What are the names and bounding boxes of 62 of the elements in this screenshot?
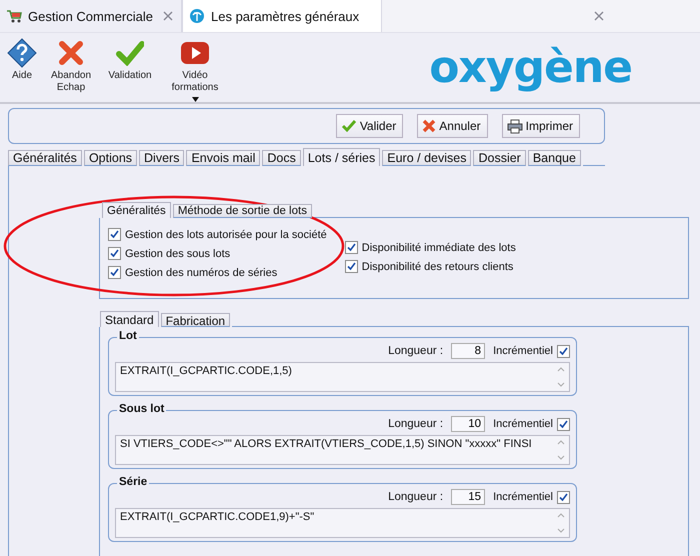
app-tab[interactable]: Gestion Commerciale: [0, 0, 182, 32]
logo: oxygène: [429, 42, 632, 93]
checkbox-option[interactable]: Disponibilité immédiate des lots: [344, 241, 516, 254]
checkbox[interactable]: [108, 247, 121, 260]
checkmark-icon: [116, 40, 144, 66]
tab[interactable]: Banque: [528, 150, 581, 166]
field-label: Longueur :: [388, 345, 444, 357]
length-field[interactable]: 8: [451, 343, 486, 359]
checkbox[interactable]: [344, 260, 358, 273]
checkbox[interactable]: [108, 228, 121, 241]
cross-icon: [422, 119, 436, 133]
checkbox-option[interactable]: Gestion des numéros de séries: [108, 266, 327, 279]
tab[interactable]: Lots / séries: [302, 148, 380, 166]
tab[interactable]: Dossier: [473, 150, 526, 166]
checkbox-option[interactable]: Gestion des sous lots: [108, 247, 327, 260]
tab[interactable]: Divers: [139, 150, 184, 166]
tab[interactable]: Envois mail: [186, 150, 260, 166]
cart-icon: [6, 9, 22, 23]
toolbar-button[interactable]: Abandon Echap: [40, 36, 102, 94]
action-button[interactable]: Imprimer: [502, 114, 580, 138]
action-button[interactable]: Valider: [336, 114, 404, 138]
close-icon[interactable]: [163, 11, 173, 21]
tab[interactable]: Généralités: [102, 202, 171, 218]
tab[interactable]: Méthode de sortie de lots: [172, 204, 312, 218]
length-field[interactable]: 15: [451, 489, 486, 505]
checkbox[interactable]: [557, 418, 570, 430]
checkbox[interactable]: [108, 266, 121, 279]
field-label: Longueur :: [388, 418, 444, 430]
tab[interactable]: Options: [84, 150, 138, 166]
formula-field[interactable]: EXTRAIT(I_GCPARTIC.CODE1,9)+"-S": [115, 508, 570, 538]
tab[interactable]: Fabrication: [160, 313, 230, 327]
checkbox-option[interactable]: Incrémentiel: [493, 344, 570, 358]
action-button[interactable]: Annuler: [417, 114, 488, 138]
checkbox-option[interactable]: Incrémentiel: [493, 490, 570, 504]
checkbox-option[interactable]: Gestion des lots autorisée pour la société: [108, 228, 327, 241]
checkmark-icon: [340, 119, 357, 133]
group-title: Lot: [117, 330, 139, 342]
tab[interactable]: Docs: [262, 150, 301, 166]
app-tab[interactable]: Les paramètres généraux: [182, 0, 382, 32]
checkbox[interactable]: [344, 241, 358, 254]
checkbox[interactable]: [557, 490, 570, 504]
tab[interactable]: Standard: [100, 311, 159, 327]
formula-field[interactable]: EXTRAIT(I_GCPARTIC.CODE,1,5): [115, 362, 570, 392]
checkbox-option[interactable]: Disponibilité des retours clients: [344, 260, 516, 273]
field-label: Longueur :: [388, 491, 444, 503]
group-title: Série: [117, 476, 150, 488]
tab[interactable]: Euro / devises: [382, 150, 472, 166]
cancel-icon: [58, 40, 84, 66]
play-icon: [180, 41, 210, 65]
caret-icon[interactable]: [192, 97, 198, 102]
checkbox[interactable]: [557, 344, 570, 358]
toolbar-button[interactable]: Validation: [102, 36, 158, 82]
group-title: Sous lot: [117, 403, 166, 415]
length-field[interactable]: 10: [451, 416, 486, 432]
checkbox-option[interactable]: Incrémentiel: [493, 418, 570, 430]
close-icon[interactable]: [594, 11, 604, 21]
tab[interactable]: Généralités: [8, 150, 82, 166]
toolbar-button[interactable]: Vidéo formations: [158, 36, 232, 102]
formula-field[interactable]: SI VTIERS_CODE<>"" ALORS EXTRAIT(VTIERS_CODE,1,5) SINON "xxxxx" FINSI: [115, 435, 570, 465]
help-icon: [7, 38, 37, 68]
printer-icon: [506, 118, 523, 134]
toolbar-button[interactable]: Aide: [4, 36, 40, 82]
